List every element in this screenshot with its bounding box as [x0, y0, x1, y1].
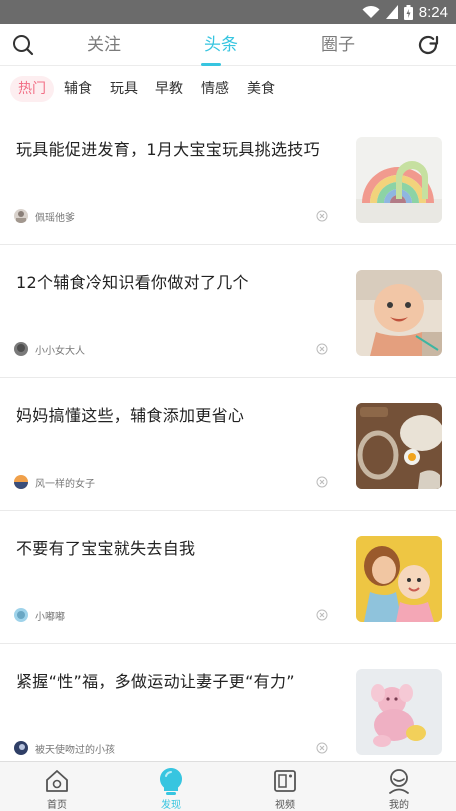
nav-me-label: 我的 [389, 800, 409, 811]
dismiss-icon[interactable] [316, 742, 328, 754]
status-bar: 8:24 [0, 0, 456, 24]
nav-home-label: 首页 [47, 800, 67, 811]
article-title[interactable]: 玩具能促进发育，1月大宝宝玩具挑选技巧 [16, 139, 336, 161]
article-thumbnail[interactable] [356, 137, 442, 223]
top-header: 关注 头条 圈子 [0, 24, 456, 66]
avatar [14, 342, 28, 356]
tab-circles[interactable]: 圈子 [298, 24, 378, 66]
active-tab-indicator [201, 63, 221, 66]
category-bar: 热门 辅食 玩具 早教 情感 美食 [0, 67, 456, 111]
home-icon [46, 770, 68, 792]
category-complementary-food[interactable]: 辅食 [59, 76, 97, 102]
category-toys[interactable]: 玩具 [105, 76, 143, 102]
article-title[interactable]: 妈妈搞懂这些，辅食添加更省心 [16, 405, 336, 427]
video-icon [274, 770, 296, 792]
bulb-icon [159, 768, 183, 795]
tab-follow[interactable]: 关注 [64, 24, 144, 66]
article-thumbnail[interactable] [356, 536, 442, 622]
article-author: 小嘟嘟 [35, 611, 65, 623]
category-early-education[interactable]: 早教 [150, 76, 188, 102]
tab-bar: 关注 头条 圈子 [60, 24, 396, 66]
article-thumbnail[interactable] [356, 403, 442, 489]
refresh-icon[interactable] [416, 33, 440, 57]
tab-headlines[interactable]: 头条 [181, 24, 261, 66]
wifi-icon [362, 5, 380, 18]
user-icon [389, 769, 409, 794]
article-author: 佩瑶他爹 [35, 212, 75, 224]
article-title[interactable]: 12个辅食冷知识看你做对了几个 [16, 272, 336, 294]
article-author: 被天使吻过的小孩 [35, 744, 115, 756]
battery-icon [403, 4, 413, 20]
category-hot[interactable]: 热门 [10, 76, 54, 102]
avatar [14, 741, 28, 755]
bottom-nav: 首页 发现 视频 我的 [0, 761, 456, 811]
article-meta: 小嘟嘟 [14, 607, 65, 623]
article-item[interactable]: 不要有了宝宝就失去自我 小嘟嘟 [0, 511, 456, 644]
nav-home[interactable]: 首页 [0, 762, 114, 811]
article-item[interactable]: 紧握“性”福，多做运动让妻子更“有力” 被天使吻过的小孩 [0, 644, 456, 777]
dismiss-icon[interactable] [316, 609, 328, 621]
article-meta: 风一样的女子 [14, 474, 95, 490]
nav-me[interactable]: 我的 [342, 762, 456, 811]
article-meta: 小小女大人 [14, 341, 85, 357]
clock-time: 8:24 [418, 3, 448, 21]
article-meta: 佩瑶他爹 [14, 208, 75, 224]
category-food[interactable]: 美食 [242, 76, 280, 102]
dismiss-icon[interactable] [316, 476, 328, 488]
status-icons: 8:24 [362, 0, 448, 24]
article-thumbnail[interactable] [356, 669, 442, 755]
avatar [14, 608, 28, 622]
article-item[interactable]: 12个辅食冷知识看你做对了几个 小小女大人 [0, 245, 456, 378]
nav-discover[interactable]: 发现 [114, 762, 228, 811]
category-emotion[interactable]: 情感 [196, 76, 234, 102]
article-author: 风一样的女子 [35, 478, 95, 490]
dismiss-icon[interactable] [316, 343, 328, 355]
article-title[interactable]: 不要有了宝宝就失去自我 [16, 538, 336, 560]
article-item[interactable]: 玩具能促进发育，1月大宝宝玩具挑选技巧 佩瑶他爹 [0, 112, 456, 245]
nav-discover-label: 发现 [161, 800, 181, 811]
article-item[interactable]: 妈妈搞懂这些，辅食添加更省心 风一样的女子 [0, 378, 456, 511]
avatar [14, 209, 28, 223]
article-meta: 被天使吻过的小孩 [14, 740, 115, 756]
nav-video-label: 视频 [275, 800, 295, 811]
dismiss-icon[interactable] [316, 210, 328, 222]
article-author: 小小女大人 [35, 345, 85, 357]
article-title[interactable]: 紧握“性”福，多做运动让妻子更“有力” [16, 671, 336, 693]
avatar [14, 475, 28, 489]
article-thumbnail[interactable] [356, 270, 442, 356]
nav-video[interactable]: 视频 [228, 762, 342, 811]
search-icon[interactable] [12, 34, 34, 56]
signal-icon [385, 5, 398, 19]
